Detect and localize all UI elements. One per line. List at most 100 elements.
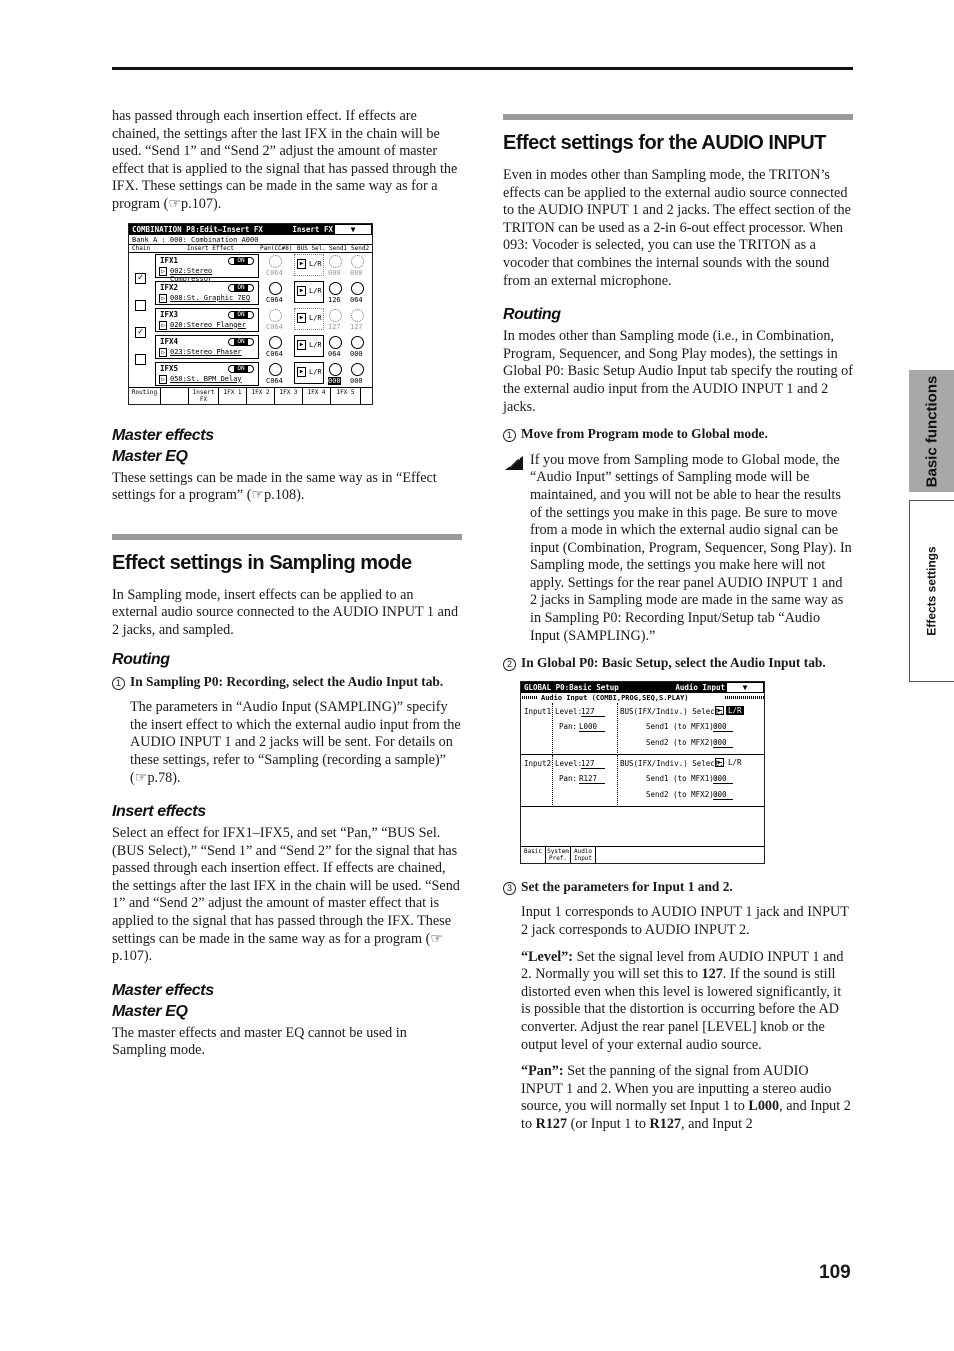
send1-knob[interactable] [329,362,342,376]
chain-checkbox[interactable] [135,299,146,311]
screen-tab[interactable]: IFX 2 [247,387,275,404]
pan-value: C064 [266,349,283,358]
bus-select[interactable]: ▶ L/R [294,361,324,384]
effect-select-arrow-icon[interactable]: ▷ [159,374,167,384]
divider [617,702,618,755]
insert-effects-heading: Insert effects [112,803,206,821]
ifx-slot[interactable]: IFX2 ON ▷ 008:St. Graphic 7EQ [155,280,259,305]
header-pan: Pan(CC#8) [260,244,293,252]
step-number: 3 [503,881,516,895]
chain-checkbox[interactable]: ✓ [135,326,146,338]
chain-checkbox[interactable]: ✓ [135,272,146,284]
page-menu-dropdown[interactable]: ▼ [727,682,763,692]
text: , and Input 2 [681,1115,753,1132]
effect-name[interactable]: 023:Stereo Phaser [170,348,242,356]
header-send1: Send1 [329,244,348,252]
bus-select[interactable]: ▶ L/R [294,334,324,357]
screen-tab[interactable]: Basic [521,846,546,863]
bus-arrow-icon: ▶ [297,258,306,269]
screen-page-label: Audio Input [675,682,725,692]
on-label: ON [234,310,248,318]
ifx-on-toggle[interactable]: ON [228,310,254,319]
send1-field[interactable]: 000 [713,774,733,784]
bus-select[interactable]: ▶ L/R [294,280,324,303]
effect-select-arrow-icon[interactable]: ▷ [159,266,167,276]
pan-knob[interactable] [269,308,282,322]
chain-checkbox[interactable] [135,353,146,365]
header-insert-effect: Insert Effect [187,244,234,252]
pan-knob[interactable] [269,335,282,349]
pan-knob[interactable] [269,254,282,268]
bus-arrow-icon[interactable]: ▶ [715,757,724,767]
side-tab-effects-settings[interactable]: Effects settings [909,500,954,682]
send2-knob[interactable] [351,308,364,322]
side-tab-basic-functions[interactable]: Basic functions [909,370,954,492]
bus-arrow-icon[interactable]: ▶ [715,705,724,715]
effect-name[interactable]: 008:St. Graphic 7EQ [170,294,250,302]
screen-tab[interactable]: Routing [129,387,161,404]
send2-knob[interactable] [351,335,364,349]
level-label: Level: [555,758,583,768]
level-field[interactable]: 127 [581,759,605,769]
insert-effects-paragraph: Select an effect for IFX1–IFX5, and set … [112,825,460,965]
screen-tab[interactable]: IFX 3 [275,387,303,404]
send2-label: Send2 (to MFX2): [646,789,719,799]
screen-tab[interactable]: System Pref. [546,846,571,863]
screen-tab[interactable]: IFX 1 [219,387,247,404]
ifx-slot[interactable]: IFX5 ON ▷ 050:St. BPM Delay [155,361,259,386]
ifx-slot[interactable]: IFX1 ON ▷ 002:Stereo Compressor [155,253,259,283]
ifx-slot[interactable]: IFX4 ON ▷ 023:Stereo Phaser [155,334,259,359]
send1-knob[interactable] [329,254,342,268]
effect-name[interactable]: 050:St. BPM Delay [170,375,242,383]
effect-name[interactable]: 020:Stereo Flanger [170,321,246,329]
send2-field[interactable]: 000 [713,790,733,800]
bus-select[interactable]: ▶ L/R [294,253,324,276]
bus-select[interactable]: ▶ L/R [294,307,324,330]
divider [617,754,618,807]
input-block: Input1 Level: 127 Pan: L000 BUS(IFX/Indiv.) S… [521,702,764,755]
pan-knob[interactable] [269,281,282,295]
ifx-slot[interactable]: IFX3 ON ▷ 020:Stereo Flanger [155,307,259,332]
send2-knob[interactable] [351,254,364,268]
effect-select-arrow-icon[interactable]: ▷ [159,320,167,330]
screen-tab[interactable]: IFX 5 [331,387,361,404]
send1-knob[interactable] [329,308,342,322]
pan-knob[interactable] [269,362,282,376]
send1-knob[interactable] [329,335,342,349]
ifx-on-toggle[interactable]: ON [228,256,254,265]
side-tab-label: Basic functions [923,375,940,487]
header-send2: Send2 [351,244,370,252]
effect-select-arrow-icon[interactable]: ▷ [159,347,167,357]
send2-value: 064 [350,295,363,304]
master-eq-heading: Master EQ [112,447,188,465]
routing-step-1: 1 In Sampling P0: Recording, select the A… [112,673,462,691]
bus-field[interactable]: L/R [726,758,744,767]
pan-field[interactable]: L000 [579,722,605,732]
pan-value: C064 [266,376,283,385]
send2-knob[interactable] [351,362,364,376]
intro-paragraph: has passed through each insertion effect… [112,108,458,212]
ifx-name: IFX3 [160,309,179,319]
routing-paragraph: The parameters in “Audio Input (SAMPLING… [130,699,461,786]
screen-tab[interactable]: IFX 4 [303,387,331,404]
send2-field[interactable]: 000 [713,738,733,748]
level-field[interactable]: 127 [581,707,605,717]
send1-knob[interactable] [329,281,342,295]
ifx-on-toggle[interactable]: ON [228,283,254,292]
send1-field[interactable]: 000 [713,722,733,732]
bus-field[interactable]: L/R [726,705,744,715]
page-menu-dropdown[interactable]: ▼ [335,224,371,234]
ifx-on-toggle[interactable]: ON [228,337,254,346]
effect-select-arrow-icon[interactable]: ▷ [159,293,167,303]
screen-tab[interactable]: Audio Input [571,846,596,863]
send2-knob[interactable] [351,281,364,295]
section-label: Audio Input (COMBI,PROG,SEQ,S.PLAY) [539,693,691,702]
screen-title: GLOBAL P0:Basic Setup [524,682,619,692]
send2-value: 000 [350,268,363,277]
level-value: 127 [701,966,723,983]
ifx-on-toggle[interactable]: ON [228,364,254,373]
send1-value: 127 [328,322,341,331]
screen-tab[interactable]: Insert FX [189,387,219,404]
screen-tab[interactable] [161,387,189,404]
pan-field[interactable]: R127 [579,774,605,784]
